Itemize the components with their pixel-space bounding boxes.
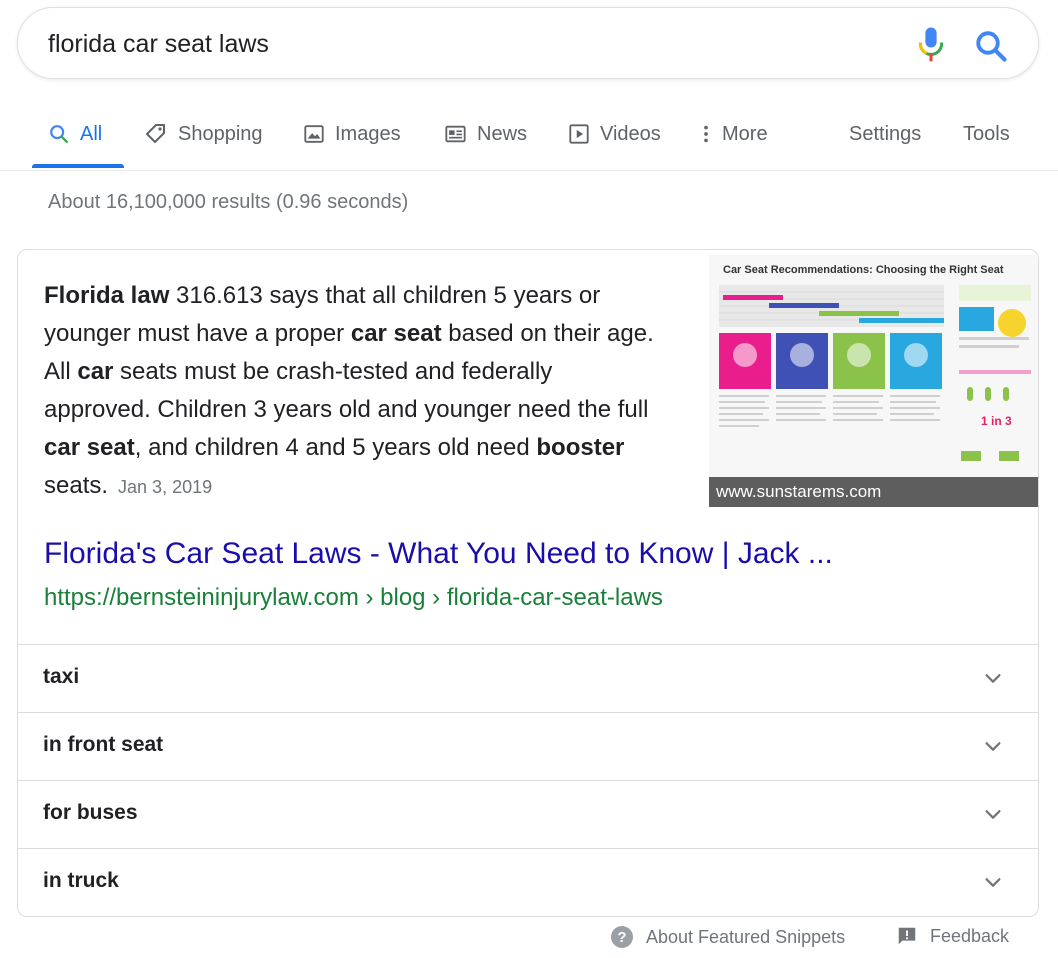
tab-tools[interactable]: Tools bbox=[963, 112, 1010, 156]
related-question-label: in truck bbox=[43, 869, 119, 892]
feedback-link[interactable]: Feedback bbox=[896, 925, 1009, 947]
search-bar bbox=[17, 7, 1039, 79]
result-url[interactable]: https://bernsteininjurylaw.com › blog › … bbox=[44, 584, 663, 612]
result-title-link[interactable]: Florida's Car Seat Laws - What You Need … bbox=[44, 537, 833, 571]
active-tab-indicator bbox=[32, 164, 124, 168]
featured-snippet: Florida law 316.613 says that all childr… bbox=[17, 249, 1039, 917]
tab-settings[interactable]: Settings bbox=[849, 112, 921, 156]
tab-videos[interactable]: Videos bbox=[568, 112, 661, 156]
about-featured-snippets-link[interactable]: ? About Featured Snippets bbox=[610, 925, 845, 949]
search-icon[interactable] bbox=[973, 28, 1009, 64]
snippet-highlight: car bbox=[77, 358, 114, 385]
play-icon bbox=[569, 124, 589, 144]
related-question-label: for buses bbox=[43, 801, 138, 824]
tab-all[interactable]: All bbox=[48, 112, 102, 156]
tab-shopping[interactable]: Shopping bbox=[144, 112, 263, 156]
tab-label: News bbox=[477, 122, 528, 145]
search-icon bbox=[50, 125, 68, 143]
chevron-down-icon bbox=[985, 674, 1001, 683]
feedback-icon bbox=[898, 927, 916, 945]
tab-label: Shopping bbox=[178, 122, 263, 145]
snippet-text: Florida law 316.613 says that all childr… bbox=[44, 277, 664, 506]
related-question-label: in front seat bbox=[43, 733, 164, 756]
chevron-down-icon bbox=[985, 742, 1001, 751]
infographic-seat-shape bbox=[904, 343, 928, 367]
svg-text:1 in 3: 1 in 3 bbox=[981, 414, 1012, 428]
microphone-icon[interactable] bbox=[916, 26, 946, 64]
snippet-image[interactable]: Car Seat Recommendations: Choosing the R… bbox=[709, 255, 1038, 507]
infographic-seat-shape bbox=[733, 343, 757, 367]
related-question-truck[interactable]: in truck bbox=[18, 848, 1038, 916]
tab-label: Settings bbox=[849, 122, 922, 145]
tab-news[interactable]: News bbox=[444, 112, 527, 156]
about-featured-snippets-label: About Featured Snippets bbox=[646, 926, 846, 947]
infographic-seat-shape bbox=[790, 343, 814, 367]
snippet-date: Jan 3, 2019 bbox=[118, 477, 213, 497]
feedback-label: Feedback bbox=[930, 925, 1010, 946]
snippet-body: Florida law 316.613 says that all childr… bbox=[44, 282, 654, 499]
tab-label: Videos bbox=[600, 122, 661, 145]
snippet-run: seats must be crash-tested and federally… bbox=[44, 358, 649, 423]
chevron-down-icon bbox=[985, 810, 1001, 819]
help-icon: ? bbox=[611, 926, 633, 948]
snippet-highlight: car seat bbox=[350, 320, 442, 347]
image-source-caption: www.sunstarems.com bbox=[709, 477, 1038, 507]
search-input[interactable] bbox=[48, 24, 848, 64]
result-stats: About 16,100,000 results (0.96 seconds) bbox=[48, 191, 409, 213]
tab-more[interactable]: More bbox=[700, 112, 768, 156]
snippet-highlight: car seat bbox=[44, 434, 135, 461]
related-question-taxi[interactable]: taxi bbox=[18, 644, 1038, 712]
tab-images[interactable]: Images bbox=[303, 112, 401, 156]
snippet-highlight: Florida law bbox=[44, 282, 170, 309]
infographic-image: Car Seat Recommendations: Choosing the R… bbox=[709, 255, 1038, 507]
related-question-buses[interactable]: for buses bbox=[18, 780, 1038, 848]
tab-label: More bbox=[722, 122, 768, 145]
related-question-label: taxi bbox=[43, 665, 80, 688]
chevron-down-icon bbox=[985, 878, 1001, 887]
snippet-run: , and children 4 and 5 years old need bbox=[134, 434, 537, 461]
related-question-front-seat[interactable]: in front seat bbox=[18, 712, 1038, 780]
snippet-highlight: booster bbox=[536, 434, 625, 461]
infographic-seat-shape bbox=[847, 343, 871, 367]
svg-text:?: ? bbox=[617, 929, 626, 946]
tag-icon bbox=[146, 124, 165, 143]
tab-label: Tools bbox=[963, 122, 1010, 145]
more-vertical-icon bbox=[704, 125, 708, 143]
snippet-run: seats. bbox=[44, 472, 109, 499]
news-icon bbox=[445, 125, 466, 143]
tab-label: All bbox=[80, 122, 103, 145]
search-tabs: All Shopping Images News Videos More Set… bbox=[0, 100, 1058, 171]
image-icon bbox=[304, 125, 324, 143]
infographic-title: Car Seat Recommendations: Choosing the R… bbox=[723, 264, 1004, 276]
tab-label: Images bbox=[335, 122, 401, 145]
